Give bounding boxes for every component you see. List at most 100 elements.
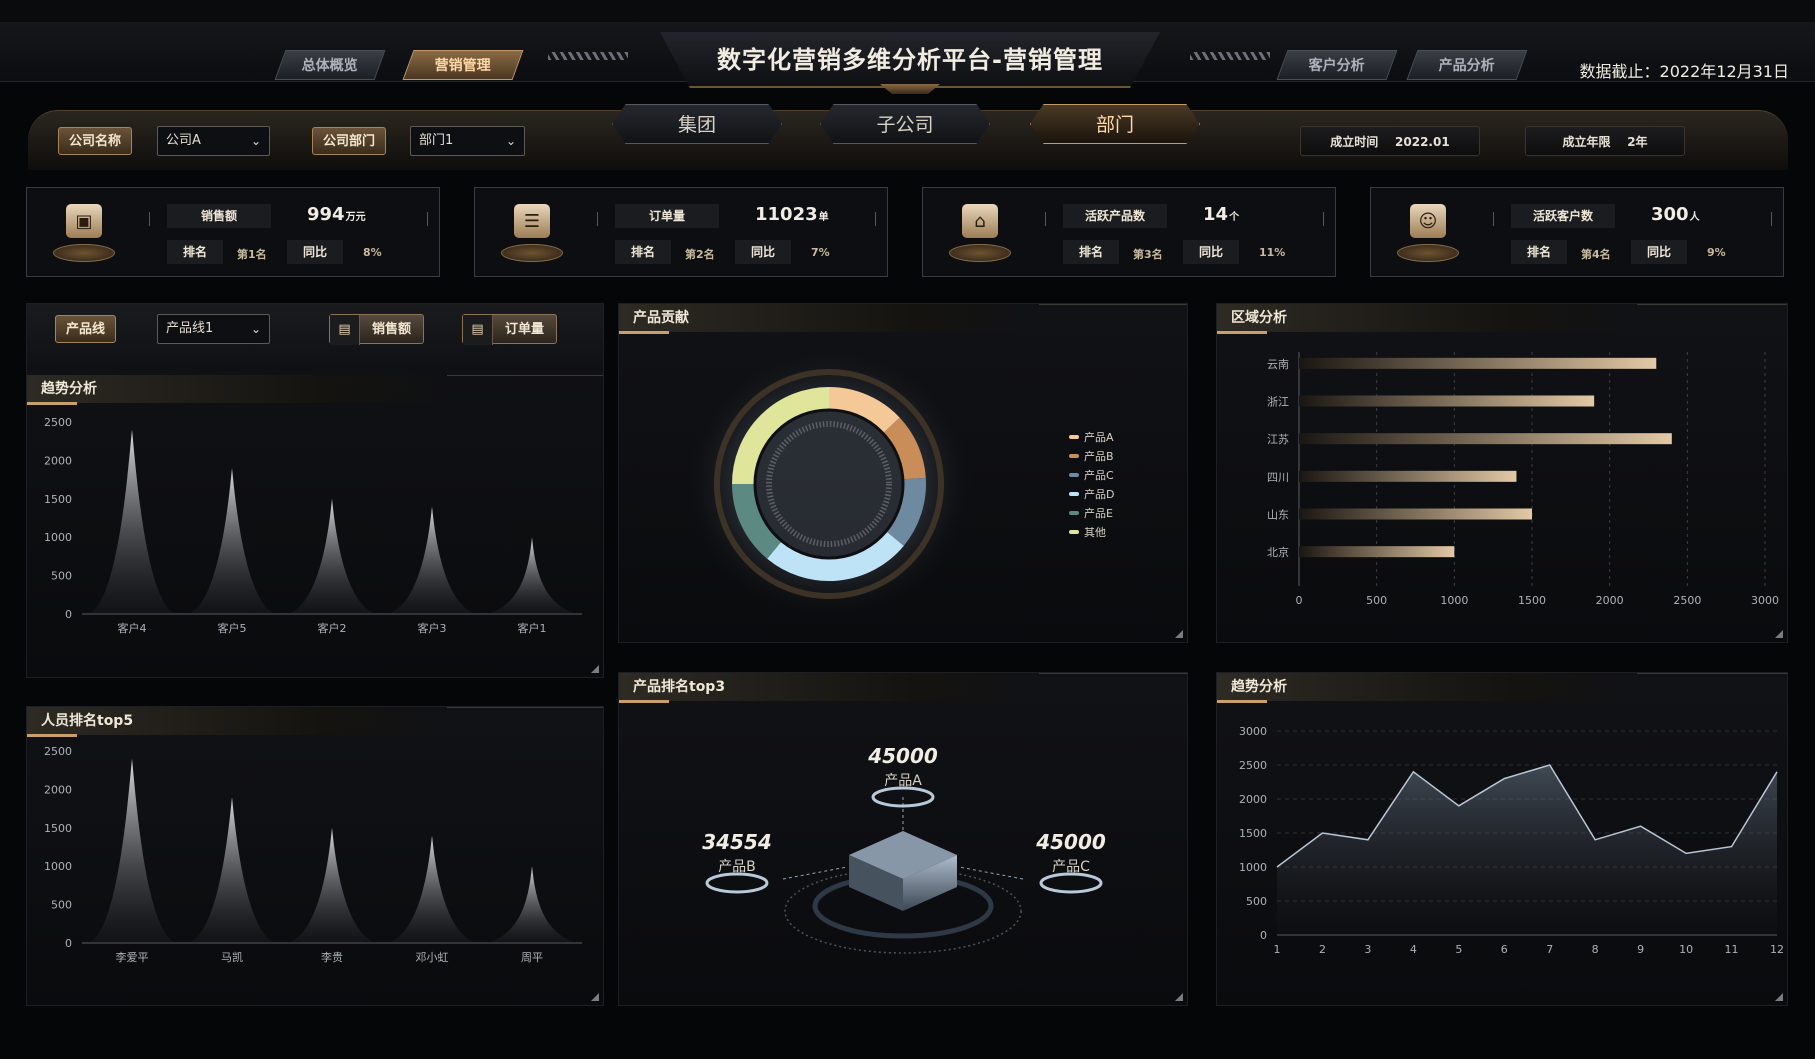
y-tick-label: 2000: [1239, 793, 1267, 806]
header-line: [447, 707, 603, 708]
y-tick-label: 浙江: [1267, 396, 1289, 409]
x-tick-label: 5: [1455, 943, 1462, 956]
x-tick-label: 8: [1592, 943, 1599, 956]
segment-group[interactable]: 集团: [612, 104, 782, 144]
peak-mark: [388, 835, 476, 943]
y-tick-label: 2000: [44, 454, 72, 467]
x-tick-label: 2000: [1596, 594, 1624, 607]
product-line-select[interactable]: 产品线1 ⌄: [157, 314, 270, 344]
header-line: [447, 375, 603, 376]
legend-swatch: [1069, 530, 1079, 534]
y-tick-label: 2500: [44, 745, 72, 758]
x-tick-label: 6: [1501, 943, 1508, 956]
segment-subsidiary[interactable]: 子公司: [820, 104, 990, 144]
top3-value: 45000: [1035, 830, 1106, 854]
tab-product-analysis[interactable]: 产品分析: [1406, 50, 1528, 80]
x-tick-label: 3000: [1751, 594, 1779, 607]
staff-rank-chart: 0 500 1000 1500 2000 2500 李爱平 马凯 李贵 邓小虹 周平: [44, 745, 582, 964]
chart-card-icon: ▤: [330, 315, 360, 345]
y-tick-label: 2500: [44, 416, 72, 429]
peak-mark: [388, 506, 476, 614]
x-tick-label: 7: [1546, 943, 1553, 956]
company-select[interactable]: 公司A ⌄: [157, 126, 270, 156]
x-tick-label: 李爱平: [116, 950, 149, 964]
y-tick-label: 0: [65, 608, 72, 621]
pedestal-disc: [53, 244, 115, 262]
bar-mark: [1299, 433, 1672, 445]
sales-button[interactable]: ▤ 销售额: [329, 314, 425, 345]
region-bar-chart: 0 500 1000 1500 2000 2500 3000 云南浙江江苏四川山东北京: [1267, 352, 1779, 607]
tab-overview[interactable]: 总体概览: [274, 50, 386, 80]
x-tick-label: 9: [1637, 943, 1644, 956]
x-tick-label: 客户3: [418, 621, 447, 635]
customer-trend-chart: 0 500 1000 1500 2000 2500 客户4 客户5 客户2 客户3 客户1: [44, 416, 582, 635]
product-contribution-chart: 产品A 产品B 产品C 产品D 产品E 其他: [679, 344, 1114, 624]
kpi-card: ⌂ 活跃产品数 14个 排名 第3名 同比 11%: [922, 187, 1336, 277]
bar-mark: [1299, 508, 1532, 520]
established-years: 成立年限 2年: [1525, 126, 1685, 156]
y-tick-label: 1000: [44, 531, 72, 544]
kpi-pedestal: ⌂: [947, 198, 1013, 270]
tab-marketing[interactable]: 营销管理: [402, 50, 524, 80]
kpi-value: 11023单: [755, 204, 829, 225]
kpi-yoy: 9%: [1707, 246, 1726, 259]
document-icon: ☰: [514, 204, 550, 238]
x-tick-label: 邓小虹: [416, 951, 449, 964]
region-analysis-panel: 区域分析 0 500 1000 1500 2000 2500 3000 云南 浙江 江苏 四川 山东北…: [1216, 303, 1788, 643]
y-tick-label: 2000: [44, 783, 72, 796]
y-tick-label: 2500: [1239, 759, 1267, 772]
customer-trend-panel: 产品线 产品线1 ⌄ ▤ 销售额 ▤ 订单量 趋势分析 0 500 1000 1500 200…: [26, 303, 604, 678]
panel-title: 趋势分析: [1217, 673, 1637, 703]
peak-mark: [288, 827, 376, 943]
kpi-label: 活跃产品数: [1063, 204, 1167, 228]
chevron-down-icon: ⌄: [250, 134, 261, 148]
peak-mark: [488, 866, 576, 943]
legend-swatch: [1069, 492, 1079, 496]
x-tick-label: 李贵: [321, 950, 343, 964]
corner-mark: [591, 993, 599, 1001]
x-tick-label: 10: [1679, 943, 1693, 956]
kpi-yoy-label: 同比: [1183, 240, 1239, 264]
pedestal-disc: [1397, 244, 1459, 262]
header-stripes-left: [548, 52, 628, 60]
header-line: [1039, 673, 1187, 674]
years-label: 成立年限: [1562, 135, 1611, 149]
legend-label: 其他: [1084, 526, 1106, 539]
tab-customer-analysis[interactable]: 客户分析: [1276, 50, 1398, 80]
kpi-pedestal: ▣: [51, 198, 117, 270]
y-tick-label: 0: [1260, 929, 1267, 942]
department-select[interactable]: 部门1 ⌄: [410, 126, 525, 156]
x-tick-label: 12: [1770, 943, 1784, 956]
legend-label: 产品E: [1084, 506, 1113, 520]
company-label: 公司名称: [58, 127, 133, 155]
top3-value: 45000: [867, 744, 938, 768]
kpi-rank: 第1名: [237, 248, 267, 261]
kpi-yoy-label: 同比: [1631, 240, 1687, 264]
x-tick-label: 11: [1725, 943, 1739, 956]
segment-department[interactable]: 部门: [1030, 104, 1200, 144]
kpi-label: 销售额: [167, 204, 271, 228]
x-tick-label: 0: [1296, 594, 1303, 607]
kpi-yoy-label: 同比: [287, 240, 343, 264]
kpi-rank-label: 排名: [1511, 240, 1567, 264]
kpi-yoy: 11%: [1259, 246, 1286, 259]
top3-ring: [705, 872, 769, 894]
document-icon: ▤: [463, 315, 493, 345]
y-tick-label: 北京: [1267, 545, 1289, 559]
cart-icon: ⌂: [962, 204, 998, 238]
header-line: [1637, 304, 1787, 305]
orders-button[interactable]: ▤ 订单量: [462, 314, 558, 345]
kpi-card: ☰ 订单量 11023单 排名 第2名 同比 7%: [474, 187, 888, 277]
legend-label: 产品B: [1084, 449, 1114, 463]
x-tick-label: 客户2: [318, 621, 347, 635]
kpi-yoy: 8%: [363, 246, 382, 259]
kpi-rank-label: 排名: [167, 240, 223, 264]
x-tick-label: 客户5: [218, 621, 247, 635]
data-cutoff-date: 数据截止：2022年12月31日: [1579, 62, 1789, 81]
product-top3-panel: 产品排名top3 45000 产品A 34554 产品B 45000 产品C: [618, 672, 1188, 1006]
x-tick-label: 3: [1364, 943, 1371, 956]
kpi-yoy-label: 同比: [735, 240, 791, 264]
header-line: [1039, 304, 1187, 305]
x-tick-label: 客户4: [118, 621, 147, 635]
peak-mark: [88, 758, 176, 943]
